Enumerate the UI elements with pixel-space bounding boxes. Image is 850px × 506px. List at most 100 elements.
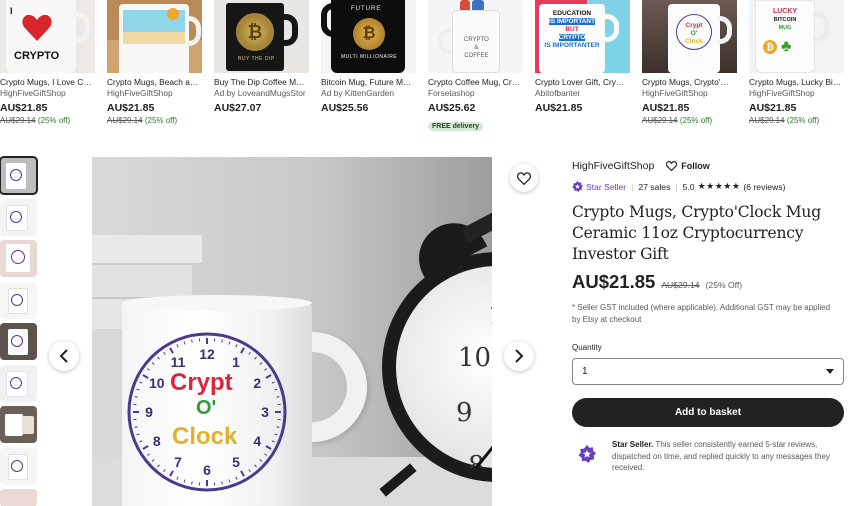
listing-shop: HighFiveGiftShop (642, 88, 708, 98)
listing-title[interactable]: Crypto Mugs, I Love C… (0, 77, 95, 88)
thumbnail-9[interactable] (0, 489, 37, 506)
star-seller-badge-icon (578, 445, 596, 463)
listing-title[interactable]: Crypto Mugs, Lucky Bi… (749, 77, 844, 88)
shop-name-link[interactable]: HighFiveGiftShop (572, 160, 654, 172)
clover-icon: ♣ (781, 38, 792, 55)
listing-title[interactable]: Buy The Dip Coffee M… (214, 77, 309, 88)
thumbnail-8[interactable] (0, 447, 37, 485)
listing-shop: HighFiveGiftShop (749, 88, 815, 98)
listing-price: AU$25.62 (428, 102, 476, 114)
thumbnail-2[interactable] (0, 198, 37, 236)
product-title: Crypto Mugs, Crypto'Clock Mug Ceramic 11… (572, 203, 821, 263)
listing-image (107, 0, 202, 73)
star-seller-description: Star Seller. This seller consistently ea… (612, 440, 830, 472)
listing-shop: Abitofbanter (535, 88, 581, 98)
listing-image: ₿ BUY THE DIP (214, 0, 309, 73)
listing-title[interactable]: Crypto Coffee Mug, Cr… (428, 77, 523, 88)
follow-label: Follow (681, 161, 710, 171)
listing-shop: Ad by KittenGarden (321, 88, 395, 98)
mug-clock-number: 7 (174, 454, 182, 470)
clock-number: 11 (488, 301, 492, 331)
listing-card[interactable]: EDUCATION IS IMPORTANT BUT CRYPTO IS IMPORT… (535, 0, 630, 135)
follow-shop-button[interactable]: Follow (666, 161, 710, 171)
free-delivery-badge: FREE delivery (428, 122, 484, 131)
mug-print: EDUCATION IS IMPORTANT BUT CRYPTO IS IMPORT… (544, 10, 600, 49)
listing-shop: HighFiveGiftShop (0, 88, 66, 98)
discount-label: (25% Off) (705, 280, 743, 290)
listing-card[interactable]: ₿ BUY THE DIP Buy The Dip Coffee M… Ad b… (214, 0, 309, 135)
listing-price: AU$27.07 (214, 102, 262, 114)
listing-original-price: AU$29.14 (25% off) (642, 116, 713, 125)
image-thumbnail-strip (0, 156, 40, 506)
listing-card[interactable]: CRYPTO & COFFEE Crypto Coffee Mug, Cr… For… (428, 0, 523, 135)
thumbnail-4[interactable] (0, 281, 37, 319)
mug-text-o: O' (196, 397, 217, 419)
listing-price: AU$21.85 (642, 102, 690, 114)
listing-image: ₿ FUTURE MULTI MILLIONAIRE (321, 0, 416, 73)
thumbnail-6[interactable] (0, 364, 37, 402)
add-to-basket-button[interactable]: Add to basket (572, 398, 844, 427)
bitcoin-icon: ₿ (763, 40, 777, 54)
mug-print: CRYPTO & COFFEE (464, 37, 489, 59)
previous-image-button[interactable] (49, 341, 79, 371)
thumbnail-3[interactable] (0, 240, 37, 277)
listing-price: AU$21.85 (749, 102, 797, 114)
thumbnail-5[interactable] (0, 323, 37, 360)
listing-price: AU$21.85 (0, 102, 48, 114)
mug-print: FUTURE (351, 6, 382, 12)
mug-clock-number: 12 (199, 346, 215, 362)
mug-clock-number: 5 (232, 454, 240, 470)
listing-image: I CRYPTO (0, 0, 95, 73)
listing-original-price: AU$29.14 (25% off) (0, 116, 71, 125)
mug-clock-number: 10 (149, 375, 165, 391)
listing-card[interactable]: I CRYPTO Crypto Mugs, I Love C… HighFive… (0, 0, 95, 135)
heart-outline-icon (666, 161, 678, 171)
listing-card[interactable]: Crypt O' Clock Crypto Mugs, Crypto'… HighF… (642, 0, 737, 135)
caret-down-icon (826, 369, 834, 374)
thumbnail-7[interactable] (0, 406, 37, 443)
main-product-image: 12 1 2 3 4 5 6 7 8 9 10 11 Crypt O' Clock 10 9 8 11… (92, 157, 492, 506)
clock-number: 10 (458, 343, 491, 373)
heart-outline-icon (517, 171, 531, 185)
listing-original-price: AU$29.14 (25% off) (107, 116, 178, 125)
alarm-clock-face: 10 9 8 11 12 (456, 301, 492, 468)
reviews-link[interactable]: (6 reviews) (743, 182, 785, 192)
mug-text-crypt: Crypt (170, 369, 233, 396)
mug-clock-number: 6 (203, 462, 211, 478)
listing-card[interactable]: LUCKY BITCOIN MUG ₿ ♣ Crypto Mugs, Lucky B… (749, 0, 844, 135)
clock-number: 9 (456, 398, 473, 428)
mug-clock-number: 3 (261, 404, 269, 420)
listing-shop: Ad by LoveandMugsStor (214, 88, 306, 98)
gst-note: * Seller GST included (where applicable)… (572, 303, 831, 324)
chevron-right-icon (515, 349, 524, 363)
listing-shop: Forsetashop (428, 88, 475, 98)
rating-stars: ★★★★★ (697, 181, 741, 191)
listing-card[interactable]: Crypto Mugs, Beach a… HighFiveGiftShop A… (107, 0, 202, 135)
favourite-button[interactable] (510, 164, 538, 192)
rating-value: 5.0 (682, 181, 695, 192)
thumbnail-1[interactable] (0, 156, 38, 195)
mug-clock-number: 4 (253, 433, 261, 449)
listing-card[interactable]: ₿ FUTURE MULTI MILLIONAIRE Bitcoin Mug, … (321, 0, 416, 135)
mug-clock-number: 1 (232, 354, 240, 370)
listing-title[interactable]: Crypto Lover Gift, Cry… (535, 77, 630, 88)
listing-title[interactable]: Crypto Mugs, Beach a… (107, 77, 202, 88)
quantity-label: Quantity (572, 343, 602, 352)
mug-print-i: I (10, 6, 13, 16)
mug-clock-number: 9 (145, 404, 153, 420)
recommendations-carousel: I CRYPTO Crypto Mugs, I Love C… HighFive… (0, 0, 850, 135)
mug-print: Crypt O' Clock (685, 22, 703, 45)
heart-icon (22, 14, 52, 42)
mug-print: LUCKY BITCOIN MUG (772, 8, 798, 31)
listing-price: AU$21.85 (535, 102, 583, 114)
star-seller-label[interactable]: Star Seller (586, 182, 626, 192)
quantity-select[interactable]: 1 (572, 358, 844, 385)
mug-clock-number: 2 (253, 375, 261, 391)
original-price: AU$29.14 (661, 280, 700, 290)
listing-price: AU$25.56 (321, 102, 369, 114)
product-details-panel: HighFiveGiftShop Follow Star Seller | 27… (572, 160, 846, 474)
listing-price: AU$21.85 (107, 102, 155, 114)
listing-title[interactable]: Crypto Mugs, Crypto'… (642, 77, 737, 88)
listing-title[interactable]: Bitcoin Mug, Future M… (321, 77, 416, 88)
next-image-button[interactable] (504, 341, 534, 371)
